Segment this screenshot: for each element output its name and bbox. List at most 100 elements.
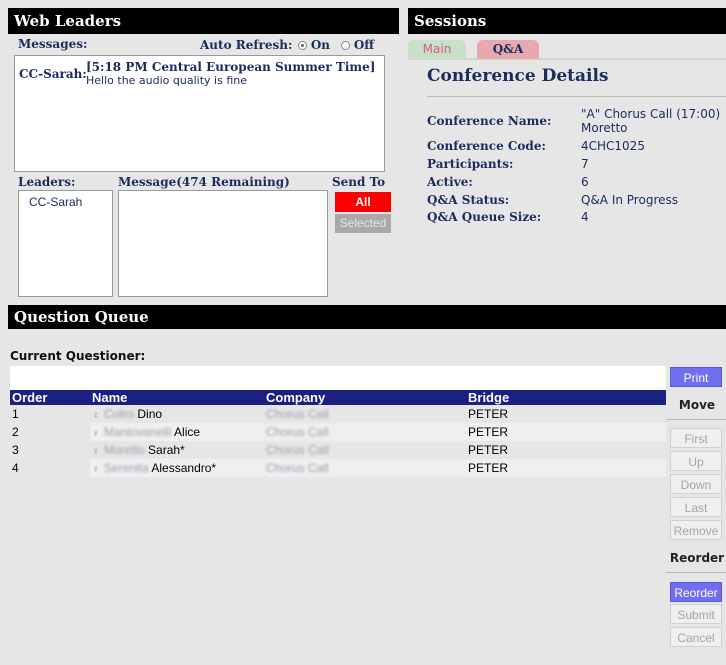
auto-refresh-off[interactable]: Off [341, 38, 374, 52]
on-label: On [310, 38, 331, 52]
send-to-label: Send To [332, 175, 386, 189]
auto-refresh-label: Auto Refresh: [200, 38, 293, 52]
row-bridge: PETER [468, 443, 509, 457]
down-button[interactable]: Down [670, 474, 722, 494]
tab-qa-label: Q&A [492, 42, 524, 56]
cancel-button[interactable]: Cancel [670, 627, 722, 647]
send-all-label: All [355, 195, 371, 209]
row-surname: Moretto [104, 443, 145, 457]
down-label: Down [680, 478, 712, 492]
up-label: Up [688, 455, 704, 469]
messages-box[interactable]: CC-Sarah: [5:18 PM Central European Summ… [14, 55, 385, 172]
row-bridge: PETER [466, 423, 666, 441]
move-divider [666, 419, 726, 420]
row-surname: Serenita [104, 461, 149, 475]
table-row[interactable]: 3 ♀ Moretto Sarah* Chorus Call PETER [10, 441, 666, 459]
details-divider [427, 96, 726, 97]
table-row[interactable]: 4 ♀ Serenita Alessandro* Chorus Call PETE… [10, 459, 666, 477]
message-remaining-label: Message(474 Remaining) [118, 175, 290, 189]
send-selected-button[interactable]: Selected [335, 214, 391, 233]
qa-status-value: Q&A In Progress [581, 193, 678, 207]
leader-item[interactable]: CC-Sarah [29, 195, 82, 209]
person-icon: ♀ [92, 464, 100, 475]
move-heading: Move [678, 398, 716, 412]
participants-value: 7 [581, 157, 589, 171]
row-name: ♀ Moretto Sarah* [90, 441, 264, 459]
conference-name-label: Conference Name: [427, 114, 552, 128]
col-bridge: Bridge [466, 390, 666, 405]
qa-queue-size-value: 4 [581, 210, 589, 224]
row-order: 4 [10, 459, 90, 477]
reorder-heading: Reorder [669, 551, 725, 565]
question-table: Order Name Company Bridge 1 ♀ Colini Dino… [10, 390, 666, 477]
print-button[interactable]: Print [670, 367, 722, 387]
current-questioner-label: Current Questioner: [10, 349, 146, 363]
row-name: ♀ Mantovanelli Alice [90, 423, 264, 441]
person-icon: ♀ [92, 410, 100, 421]
cancel-label: Cancel [677, 631, 715, 645]
send-all-button[interactable]: All [335, 192, 391, 212]
active-label: Active: [427, 175, 473, 189]
conference-details-title: Conference Details [427, 66, 609, 86]
participants-label: Participants: [427, 157, 514, 171]
row-order: 1 [12, 407, 19, 421]
message-input[interactable] [118, 190, 328, 297]
col-company: Company [264, 390, 466, 405]
row-name: ♀ Colini Dino [90, 405, 264, 423]
col-order: Order [10, 390, 90, 405]
row-firstname: Dino [137, 407, 163, 421]
auto-refresh-on[interactable]: On [298, 38, 330, 52]
qa-queue-size-label: Q&A Queue Size: [427, 210, 542, 224]
tab-qa[interactable]: Q&A [477, 40, 539, 59]
send-selected-label: Selected [339, 216, 387, 230]
leaders-list[interactable]: CC-Sarah [18, 190, 113, 297]
leaders-label: Leaders: [18, 175, 76, 189]
radio-off-icon[interactable] [341, 41, 350, 50]
active-value: 6 [581, 175, 589, 189]
row-bridge: PETER [468, 407, 509, 421]
person-icon: ♀ [92, 428, 100, 439]
row-surname: Colini [104, 407, 135, 421]
up-button[interactable]: Up [670, 451, 722, 471]
row-company: Chorus Call [264, 423, 466, 441]
web-leaders-header: Web Leaders [8, 8, 399, 34]
first-button[interactable]: First [670, 428, 722, 448]
last-label: Last [684, 501, 708, 515]
reorder-divider [666, 572, 726, 573]
conference-name-value: "A" Chorus Call (17:00) Moretto [581, 107, 721, 135]
message-sender: CC-Sarah: [19, 67, 87, 81]
conference-code-label: Conference Code: [427, 139, 546, 153]
row-firstname: Sarah* [148, 443, 185, 457]
row-order: 2 [10, 423, 90, 441]
table-row[interactable]: 1 ♀ Colini Dino Chorus Call PETER [10, 405, 666, 423]
message-text: Hello the audio quality is fine [86, 74, 247, 87]
current-questioner-field [10, 366, 666, 390]
table-row[interactable]: 2 ♀ Mantovanelli Alice Chorus Call PETER [10, 423, 666, 441]
question-queue-title: Question Queue [14, 308, 149, 326]
reorder-button[interactable]: Reorder [670, 582, 722, 602]
remove-button[interactable]: Remove [670, 520, 722, 540]
tab-main-label: Main [422, 42, 452, 56]
radio-on-icon[interactable] [298, 41, 307, 50]
table-header-row: Order Name Company Bridge [10, 390, 666, 405]
last-button[interactable]: Last [670, 497, 722, 517]
row-bridge: PETER [466, 459, 666, 477]
col-name: Name [90, 390, 264, 405]
message-time: [5:18 PM Central European Summer Time] [86, 60, 376, 74]
row-order: 3 [12, 443, 19, 457]
submit-label: Submit [677, 608, 715, 622]
tab-main[interactable]: Main [408, 40, 466, 59]
person-icon: ♀ [92, 446, 100, 457]
qa-status-label: Q&A Status: [427, 193, 510, 207]
messages-label: Messages: [18, 37, 88, 51]
first-label: First [684, 432, 708, 446]
off-label: Off [353, 38, 375, 52]
sessions-title: Sessions [414, 12, 487, 30]
reorder-label: Reorder [674, 586, 718, 600]
row-company: Chorus Call [266, 407, 329, 421]
row-name: ♀ Serenita Alessandro* [90, 459, 264, 477]
submit-button[interactable]: Submit [670, 604, 722, 624]
remove-label: Remove [673, 524, 719, 538]
print-label: Print [683, 371, 709, 385]
web-leaders-title: Web Leaders [14, 12, 122, 30]
